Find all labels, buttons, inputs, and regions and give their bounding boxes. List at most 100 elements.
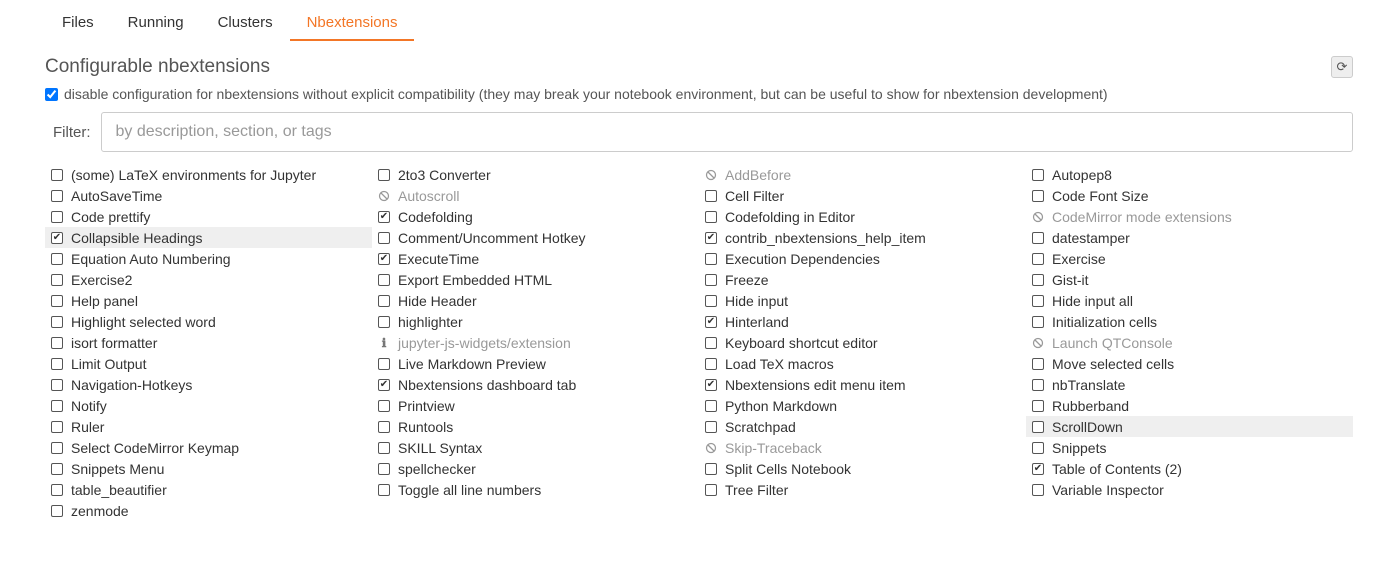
- extension-item[interactable]: Live Markdown Preview: [372, 353, 699, 374]
- extension-item[interactable]: Export Embedded HTML: [372, 269, 699, 290]
- extension-item[interactable]: Equation Auto Numbering: [45, 248, 372, 269]
- extension-checkbox[interactable]: [378, 379, 390, 391]
- extension-item[interactable]: Exercise: [1026, 248, 1353, 269]
- extension-item[interactable]: Cell Filter: [699, 185, 1026, 206]
- extension-checkbox[interactable]: [1032, 232, 1044, 244]
- extension-item[interactable]: Snippets Menu: [45, 458, 372, 479]
- extension-checkbox[interactable]: [51, 190, 63, 202]
- extension-checkbox[interactable]: [378, 463, 390, 475]
- extension-item[interactable]: Autopep8: [1026, 164, 1353, 185]
- extension-item[interactable]: Python Markdown: [699, 395, 1026, 416]
- extension-item[interactable]: zenmode: [45, 500, 372, 521]
- extension-item[interactable]: Printview: [372, 395, 699, 416]
- extension-item[interactable]: Table of Contents (2): [1026, 458, 1353, 479]
- extension-checkbox[interactable]: [378, 484, 390, 496]
- extension-checkbox[interactable]: [1032, 463, 1044, 475]
- extension-item[interactable]: isort formatter: [45, 332, 372, 353]
- extension-item[interactable]: Launch QTConsole: [1026, 332, 1353, 353]
- extension-item[interactable]: Rubberband: [1026, 395, 1353, 416]
- extension-checkbox[interactable]: [705, 232, 717, 244]
- extension-item[interactable]: contrib_nbextensions_help_item: [699, 227, 1026, 248]
- extension-checkbox[interactable]: [51, 253, 63, 265]
- extension-item[interactable]: Codefolding: [372, 206, 699, 227]
- extension-checkbox[interactable]: [51, 463, 63, 475]
- extension-item[interactable]: ScrollDown: [1026, 416, 1353, 437]
- extension-item[interactable]: table_beautifier: [45, 479, 372, 500]
- extension-item[interactable]: Nbextensions dashboard tab: [372, 374, 699, 395]
- extension-checkbox[interactable]: [1032, 316, 1044, 328]
- extension-item[interactable]: datestamper: [1026, 227, 1353, 248]
- extension-item[interactable]: Hide input all: [1026, 290, 1353, 311]
- extension-checkbox[interactable]: [378, 295, 390, 307]
- extension-item[interactable]: Variable Inspector: [1026, 479, 1353, 500]
- extension-checkbox[interactable]: [705, 211, 717, 223]
- extension-item[interactable]: ExecuteTime: [372, 248, 699, 269]
- extension-item[interactable]: Help panel: [45, 290, 372, 311]
- extension-item[interactable]: Initialization cells: [1026, 311, 1353, 332]
- extension-item[interactable]: Runtools: [372, 416, 699, 437]
- extension-checkbox[interactable]: [378, 274, 390, 286]
- extension-item[interactable]: Keyboard shortcut editor: [699, 332, 1026, 353]
- extension-item[interactable]: Exercise2: [45, 269, 372, 290]
- extension-checkbox[interactable]: [1032, 442, 1044, 454]
- extension-checkbox[interactable]: [51, 442, 63, 454]
- extension-item[interactable]: Skip-Traceback: [699, 437, 1026, 458]
- compat-checkbox[interactable]: [45, 88, 58, 101]
- extension-item[interactable]: Hinterland: [699, 311, 1026, 332]
- filter-input[interactable]: [101, 112, 1354, 152]
- extension-checkbox[interactable]: [378, 442, 390, 454]
- extension-item[interactable]: Freeze: [699, 269, 1026, 290]
- tab-clusters[interactable]: Clusters: [201, 4, 290, 41]
- extension-checkbox[interactable]: [51, 505, 63, 517]
- extension-item[interactable]: SKILL Syntax: [372, 437, 699, 458]
- extension-item[interactable]: Execution Dependencies: [699, 248, 1026, 269]
- extension-checkbox[interactable]: [378, 253, 390, 265]
- extension-item[interactable]: Code prettify: [45, 206, 372, 227]
- extension-item[interactable]: Toggle all line numbers: [372, 479, 699, 500]
- extension-item[interactable]: Codefolding in Editor: [699, 206, 1026, 227]
- extension-item[interactable]: Hide input: [699, 290, 1026, 311]
- extension-item[interactable]: spellchecker: [372, 458, 699, 479]
- extension-item[interactable]: Gist-it: [1026, 269, 1353, 290]
- extension-item[interactable]: Code Font Size: [1026, 185, 1353, 206]
- extension-item[interactable]: 2to3 Converter: [372, 164, 699, 185]
- extension-checkbox[interactable]: [51, 337, 63, 349]
- extension-checkbox[interactable]: [1032, 421, 1044, 433]
- extension-checkbox[interactable]: [51, 295, 63, 307]
- extension-checkbox[interactable]: [51, 400, 63, 412]
- tab-files[interactable]: Files: [45, 4, 111, 41]
- extension-checkbox[interactable]: [51, 211, 63, 223]
- extension-checkbox[interactable]: [1032, 484, 1044, 496]
- extension-checkbox[interactable]: [378, 400, 390, 412]
- extension-checkbox[interactable]: [705, 484, 717, 496]
- extension-checkbox[interactable]: [1032, 190, 1044, 202]
- extension-item[interactable]: highlighter: [372, 311, 699, 332]
- extension-checkbox[interactable]: [51, 421, 63, 433]
- extension-item[interactable]: Collapsible Headings: [45, 227, 372, 248]
- extension-item[interactable]: Navigation-Hotkeys: [45, 374, 372, 395]
- extension-item[interactable]: Nbextensions edit menu item: [699, 374, 1026, 395]
- extension-checkbox[interactable]: [705, 190, 717, 202]
- extension-item[interactable]: Comment/Uncomment Hotkey: [372, 227, 699, 248]
- extension-checkbox[interactable]: [378, 358, 390, 370]
- extension-item[interactable]: CodeMirror mode extensions: [1026, 206, 1353, 227]
- extension-item[interactable]: Move selected cells: [1026, 353, 1353, 374]
- extension-checkbox[interactable]: [378, 169, 390, 181]
- extension-item[interactable]: (some) LaTeX environments for Jupyter: [45, 164, 372, 185]
- extension-checkbox[interactable]: [378, 211, 390, 223]
- extension-item[interactable]: Scratchpad: [699, 416, 1026, 437]
- tab-nbextensions[interactable]: Nbextensions: [290, 4, 415, 41]
- extension-item[interactable]: Tree Filter: [699, 479, 1026, 500]
- extension-checkbox[interactable]: [51, 316, 63, 328]
- extension-checkbox[interactable]: [51, 232, 63, 244]
- extension-checkbox[interactable]: [705, 253, 717, 265]
- extension-checkbox[interactable]: [378, 232, 390, 244]
- extension-item[interactable]: Highlight selected word: [45, 311, 372, 332]
- extension-checkbox[interactable]: [1032, 400, 1044, 412]
- extension-checkbox[interactable]: [1032, 295, 1044, 307]
- extension-item[interactable]: AddBefore: [699, 164, 1026, 185]
- extension-checkbox[interactable]: [1032, 169, 1044, 181]
- extension-checkbox[interactable]: [51, 379, 63, 391]
- extension-item[interactable]: Autoscroll: [372, 185, 699, 206]
- extension-checkbox[interactable]: [1032, 379, 1044, 391]
